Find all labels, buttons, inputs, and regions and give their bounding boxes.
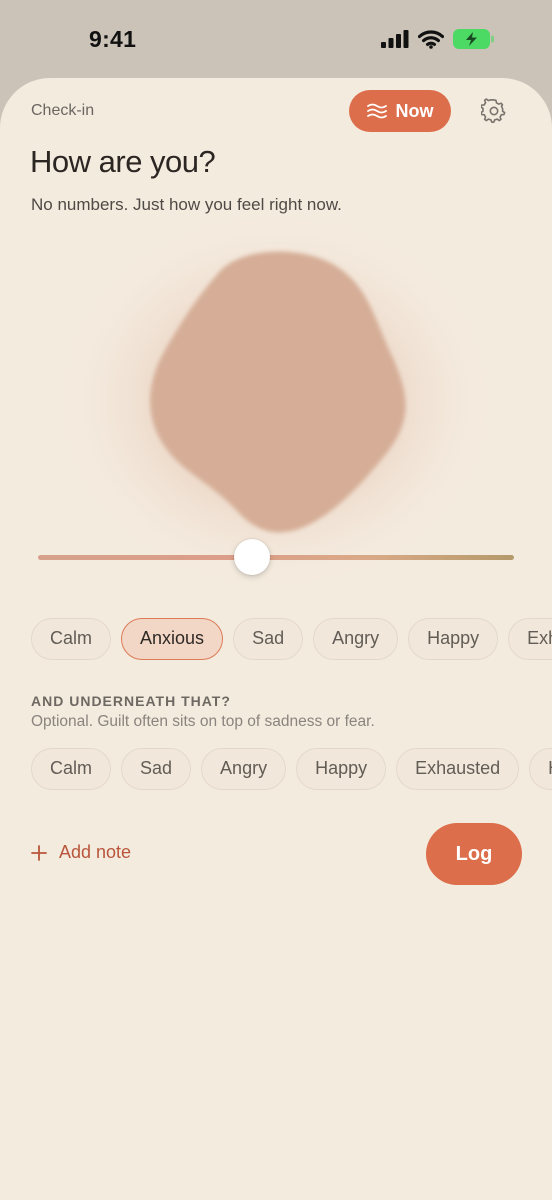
emotion-chip-angry[interactable]: Angry: [313, 618, 399, 660]
page-title: How are you?: [30, 144, 216, 179]
gear-icon[interactable]: [481, 98, 507, 124]
cellular-signal-icon: [381, 30, 409, 48]
underlying-emotion-chips: Calm Sad Angry Happy Exhausted Hopeful: [31, 748, 552, 790]
emotion-chip-calm[interactable]: Calm: [31, 618, 112, 660]
add-note-label: Add note: [59, 842, 132, 862]
mood-slider-thumb[interactable]: [234, 539, 271, 575]
now-button-label: Now: [395, 100, 434, 121]
underlying-chip-happy[interactable]: Happy: [296, 748, 387, 790]
emotion-chip-anxious[interactable]: Anxious: [121, 618, 224, 660]
header-label: Check-in: [31, 102, 95, 119]
check-in-sheet: Check-in Now How are you? No numbers. Ju…: [0, 78, 552, 1200]
emotion-chip-exhausted[interactable]: Exhausted: [508, 618, 552, 660]
mood-blob: [51, 206, 501, 596]
underlying-chip-sad[interactable]: Sad: [121, 748, 192, 790]
wifi-icon: [418, 29, 444, 49]
underneath-section-hint: Optional. Guilt often sits on top of sad…: [31, 713, 375, 730]
underlying-chip-calm[interactable]: Calm: [31, 748, 112, 790]
underneath-section-label: AND UNDERNEATH THAT?: [31, 693, 231, 709]
waves-icon: [366, 103, 387, 119]
plus-icon: [31, 844, 47, 861]
mood-slider-track[interactable]: [38, 555, 514, 560]
emotion-chip-sad[interactable]: Sad: [233, 618, 304, 660]
underlying-chip-angry[interactable]: Angry: [201, 748, 287, 790]
underlying-chip-hopeful[interactable]: Hopeful: [529, 748, 552, 790]
status-bar: 9:41: [0, 0, 552, 78]
status-time: 9:41: [89, 26, 137, 52]
add-note-button[interactable]: Add note: [31, 842, 131, 863]
now-button[interactable]: Now: [349, 90, 451, 132]
status-icons: [381, 29, 495, 49]
underlying-chip-exhausted[interactable]: Exhausted: [396, 748, 520, 790]
primary-emotion-chips: Calm Anxious Sad Angry Happy Exhausted: [31, 618, 552, 660]
log-button[interactable]: Log: [426, 823, 522, 885]
emotion-chip-happy[interactable]: Happy: [408, 618, 499, 660]
battery-charging-icon: [453, 29, 494, 49]
